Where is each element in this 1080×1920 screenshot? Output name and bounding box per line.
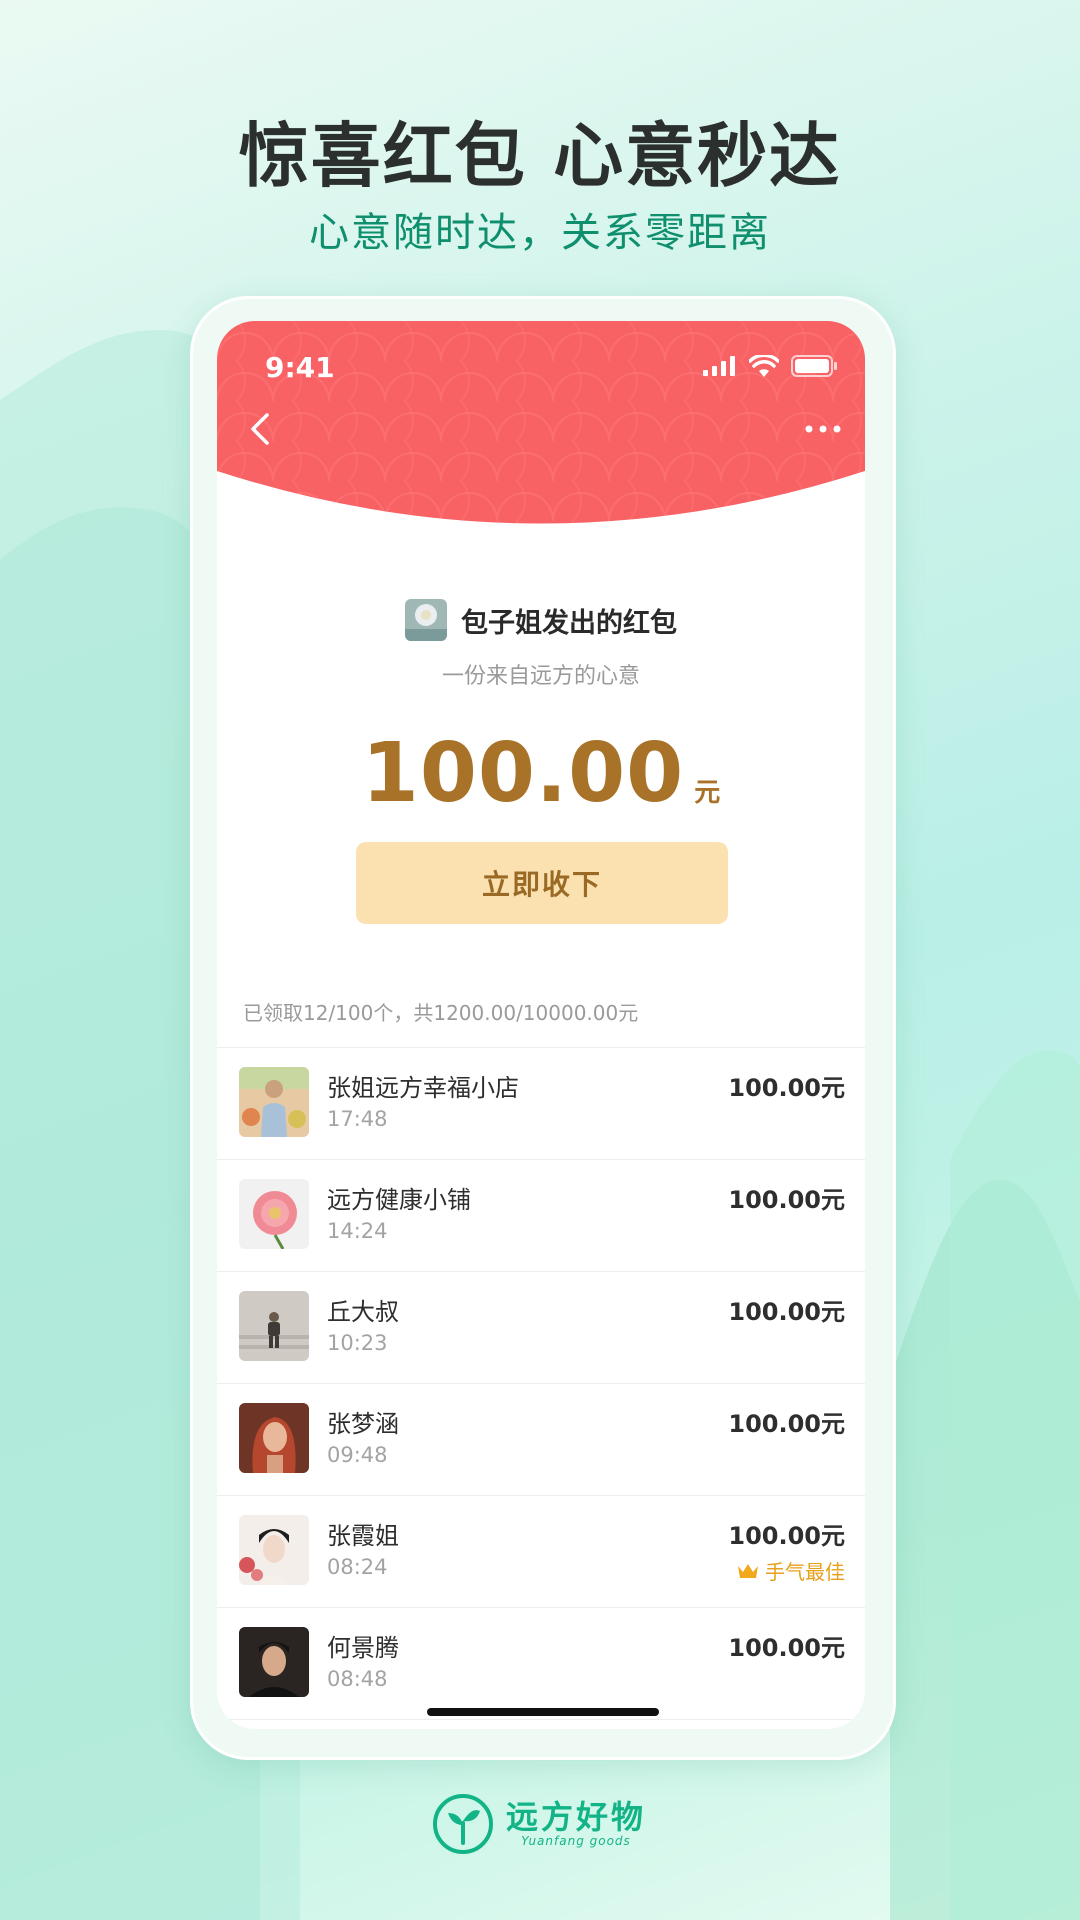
- sender-title: 包子姐发出的红包: [461, 607, 677, 639]
- best-luck-badge: 手气最佳: [737, 1556, 845, 1585]
- recipient-time: 17:48: [327, 1107, 388, 1131]
- more-options-icon[interactable]: [801, 417, 845, 441]
- brand-name: 远方好物: [506, 1798, 647, 1836]
- recipient-time: 10:23: [327, 1331, 388, 1355]
- recipient-name: 张梦涵: [327, 1410, 399, 1438]
- recipient-list: 张姐远方幸福小店 17:48 100.00元 远方健康小铺 14:24 100.…: [217, 1047, 865, 1720]
- recipient-amount: 100.00元: [728, 1410, 845, 1438]
- signal-icon: [703, 356, 735, 376]
- list-item[interactable]: 何景腾 08:48 100.00元: [217, 1608, 865, 1720]
- home-indicator: [427, 1708, 659, 1716]
- brand-logo: 远方好物 Yuanfang goods: [432, 1793, 646, 1855]
- amount-value: 100.00: [361, 726, 685, 821]
- man-portrait-avatar: [239, 1627, 309, 1697]
- list-item[interactable]: 远方健康小铺 14:24 100.00元: [217, 1160, 865, 1272]
- crown-icon: [738, 1563, 758, 1578]
- back-chevron-icon[interactable]: [239, 407, 283, 451]
- list-item[interactable]: 张霞姐 08:24 100.00元 手气最佳: [217, 1496, 865, 1608]
- accept-button[interactable]: 立即收下: [356, 842, 728, 924]
- recipient-name: 张霞姐: [327, 1522, 399, 1550]
- battery-icon: [791, 355, 837, 377]
- amount-display: 100.00 元: [217, 726, 865, 821]
- brand-subtitle: Yuanfang goods: [521, 1834, 631, 1848]
- sprout-logo-icon: [433, 1794, 493, 1854]
- sender-avatar: [405, 599, 447, 641]
- recipient-name: 远方健康小铺: [327, 1186, 471, 1214]
- amount-unit: 元: [694, 778, 721, 808]
- best-luck-label: 手气最佳: [765, 1560, 845, 1584]
- recipient-time: 14:24: [327, 1219, 388, 1243]
- list-item[interactable]: 张梦涵 09:48 100.00元: [217, 1384, 865, 1496]
- status-icons: [703, 355, 837, 377]
- recipient-time: 08:48: [327, 1667, 388, 1691]
- red-hair-woman-avatar: [239, 1403, 309, 1473]
- woman-market-avatar: [239, 1067, 309, 1137]
- peony-flower-avatar: [239, 1179, 309, 1249]
- recipient-time: 08:24: [327, 1555, 388, 1579]
- promo-title: 惊喜红包 心意秒达: [238, 115, 842, 197]
- promo-subtitle: 心意随时达，关系零距离: [309, 210, 771, 256]
- recipient-name: 张姐远方幸福小店: [327, 1074, 519, 1102]
- person-steps-avatar: [239, 1291, 309, 1361]
- recipient-amount: 100.00元: [728, 1634, 845, 1662]
- traditional-woman-avatar: [239, 1515, 309, 1585]
- recipient-amount: 100.00元: [728, 1298, 845, 1326]
- wifi-icon: [749, 355, 779, 377]
- blessing-text: 一份来自远方的心意: [441, 664, 640, 689]
- phone-screen: 9:41 包子姐发出的红包 一份来自远方的心意 100.00 元 立即收下 已领…: [217, 321, 865, 1729]
- recipient-time: 09:48: [327, 1443, 388, 1467]
- recipient-amount: 100.00元: [728, 1522, 845, 1550]
- recipient-name: 何景腾: [327, 1634, 399, 1662]
- claim-summary: 已领取12/100个，共1200.00/10000.00元: [243, 1001, 639, 1025]
- recipient-name: 丘大叔: [327, 1298, 399, 1326]
- recipient-amount: 100.00元: [728, 1186, 845, 1214]
- list-item[interactable]: 丘大叔 10:23 100.00元: [217, 1272, 865, 1384]
- recipient-amount: 100.00元: [728, 1074, 845, 1102]
- sender-row: 包子姐发出的红包: [217, 599, 865, 641]
- status-time: 9:41: [265, 351, 335, 384]
- list-item[interactable]: 张姐远方幸福小店 17:48 100.00元: [217, 1048, 865, 1160]
